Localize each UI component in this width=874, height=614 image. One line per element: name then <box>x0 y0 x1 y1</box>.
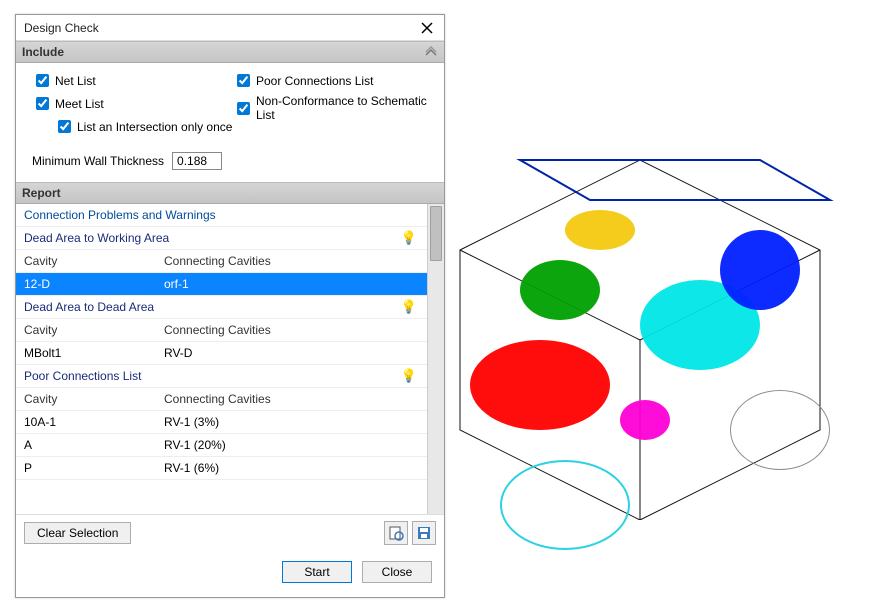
table-header: Cavity Connecting Cavities <box>16 250 427 273</box>
min-wall-label: Minimum Wall Thickness <box>32 154 164 168</box>
dialog-title: Design Check <box>24 21 99 35</box>
report-group-link[interactable]: Connection Problems and Warnings <box>16 204 427 227</box>
table-row[interactable]: 10A-1 RV-1 (3%) <box>16 411 427 434</box>
titlebar[interactable]: Design Check <box>16 15 444 41</box>
lightbulb-icon[interactable]: 💡 <box>401 368 417 384</box>
scrollbar[interactable] <box>427 204 444 514</box>
checkbox-non-conformance[interactable]: Non-Conformance to Schematic List <box>233 94 434 122</box>
start-button[interactable]: Start <box>282 561 352 583</box>
lightbulb-icon[interactable]: 💡 <box>401 230 417 246</box>
design-check-dialog: Design Check Include Net List Meet List … <box>15 14 445 598</box>
close-button[interactable]: Close <box>362 561 432 583</box>
report-header[interactable]: Report <box>16 182 444 204</box>
lightbulb-icon[interactable]: 💡 <box>401 299 417 315</box>
report-section-poor-connections[interactable]: Poor Connections List 💡 <box>16 365 427 388</box>
min-wall-input[interactable] <box>172 152 222 170</box>
checkbox-net-list[interactable]: Net List <box>32 71 233 90</box>
table-header: Cavity Connecting Cavities <box>16 319 427 342</box>
table-row[interactable]: MBolt1 RV-D <box>16 342 427 365</box>
table-row[interactable]: 12-D orf-1 <box>16 273 427 296</box>
table-row[interactable]: A RV-1 (20%) <box>16 434 427 457</box>
checkbox-meet-list[interactable]: Meet List <box>32 94 233 113</box>
close-icon[interactable] <box>418 19 436 37</box>
chevron-icon <box>424 46 438 63</box>
checkbox-poor-connections[interactable]: Poor Connections List <box>233 71 434 90</box>
model-viewport[interactable] <box>400 80 870 580</box>
save-icon[interactable] <box>412 521 436 545</box>
include-header[interactable]: Include <box>16 41 444 63</box>
table-row[interactable]: P RV-1 (6%) <box>16 457 427 480</box>
report-section-dead-to-working[interactable]: Dead Area to Working Area 💡 <box>16 227 427 250</box>
table-header: Cavity Connecting Cavities <box>16 388 427 411</box>
clear-selection-button[interactable]: Clear Selection <box>24 522 131 544</box>
report-list[interactable]: Connection Problems and Warnings Dead Ar… <box>16 204 427 514</box>
preview-icon[interactable] <box>384 521 408 545</box>
checkbox-list-once[interactable]: List an Intersection only once <box>54 117 233 136</box>
report-section-dead-to-dead[interactable]: Dead Area to Dead Area 💡 <box>16 296 427 319</box>
